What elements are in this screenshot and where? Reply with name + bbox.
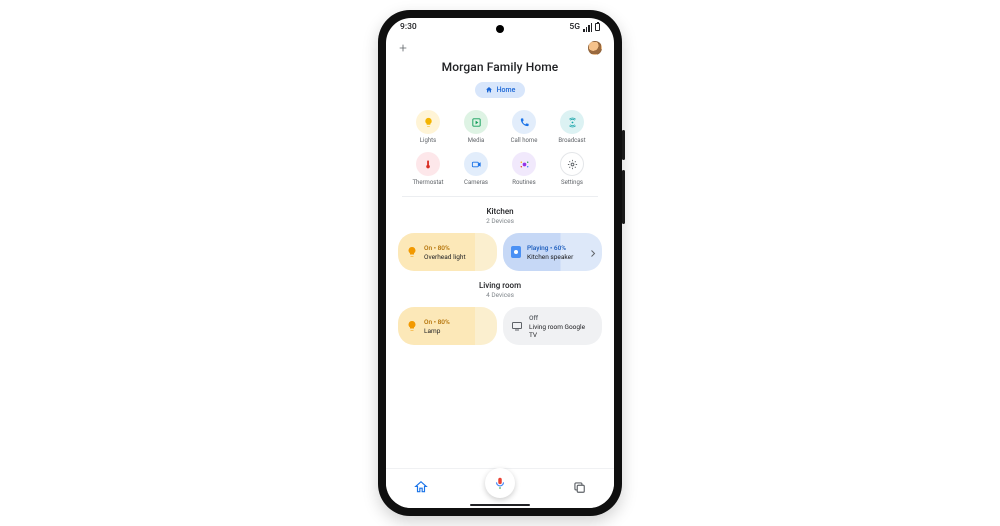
- quick-action-label: Lights: [420, 137, 436, 144]
- thermo-icon: [416, 152, 440, 176]
- device-card-row: On • 80%LampOffLiving room Google TV: [386, 307, 614, 355]
- quick-action-label: Cameras: [464, 179, 488, 186]
- broadcast-icon: [560, 110, 584, 134]
- phone-frame: 9:30 5G Morgan Family Home Home Lig: [378, 10, 622, 516]
- gesture-bar: [470, 504, 530, 507]
- power-button: [622, 130, 625, 160]
- quick-action-label: Settings: [561, 179, 583, 186]
- device-card[interactable]: Playing • 60%Kitchen speaker: [503, 233, 602, 271]
- room-device-count: 4 Devices: [386, 291, 614, 299]
- speaker-icon: [511, 246, 521, 258]
- assistant-button[interactable]: [485, 468, 515, 498]
- home-title: Morgan Family Home: [386, 60, 614, 74]
- add-button[interactable]: [398, 43, 408, 53]
- home-chip-label: Home: [497, 86, 516, 94]
- home-icon: [485, 86, 493, 94]
- device-card[interactable]: OffLiving room Google TV: [503, 307, 602, 345]
- top-bar: [386, 38, 614, 58]
- device-card-row: On • 80%Overhead lightPlaying • 60%Kitch…: [386, 233, 614, 281]
- device-status: Off: [529, 314, 594, 322]
- device-card[interactable]: On • 80%Lamp: [398, 307, 497, 345]
- status-time: 9:30: [400, 22, 417, 32]
- room-header[interactable]: Living room4 Devices: [386, 281, 614, 299]
- account-avatar[interactable]: [588, 41, 602, 55]
- device-name: Kitchen speaker: [527, 253, 573, 261]
- quick-actions-grid: Lights Media Call home Broadcast Thermostat C…: [386, 110, 614, 196]
- quick-action-call-home[interactable]: Call home: [500, 110, 548, 144]
- quick-action-label: Routines: [512, 179, 535, 186]
- quick-action-label: Media: [468, 137, 485, 144]
- quick-action-label: Broadcast: [558, 137, 585, 144]
- rooms-list: Kitchen2 DevicesOn • 80%Overhead lightPl…: [386, 207, 614, 355]
- room-header[interactable]: Kitchen2 Devices: [386, 207, 614, 225]
- divider: [402, 196, 598, 197]
- gear-icon: [560, 152, 584, 176]
- quick-action-routines[interactable]: Routines: [500, 152, 548, 186]
- status-bar: 9:30 5G: [386, 18, 614, 36]
- bulb-on-icon: [406, 320, 418, 332]
- chevron-right-icon: [590, 243, 596, 262]
- room-name: Kitchen: [386, 207, 614, 216]
- nav-feed-button[interactable]: [572, 479, 586, 498]
- home-chip[interactable]: Home: [475, 82, 526, 98]
- status-net: 5G: [569, 22, 580, 32]
- bottom-nav: [386, 468, 614, 508]
- room-name: Living room: [386, 281, 614, 290]
- device-name: Living room Google TV: [529, 323, 594, 339]
- screen: 9:30 5G Morgan Family Home Home Lig: [386, 18, 614, 508]
- device-name: Lamp: [424, 327, 450, 335]
- quick-action-lights[interactable]: Lights: [404, 110, 452, 144]
- device-status: On • 80%: [424, 244, 466, 252]
- device-status: Playing • 60%: [527, 244, 573, 252]
- room-device-count: 2 Devices: [386, 217, 614, 225]
- bulb-on-icon: [406, 246, 418, 258]
- tv-icon: [511, 320, 523, 332]
- quick-action-cameras[interactable]: Cameras: [452, 152, 500, 186]
- quick-action-settings[interactable]: Settings: [548, 152, 596, 186]
- device-status: On • 80%: [424, 318, 450, 326]
- quick-action-thermostat[interactable]: Thermostat: [404, 152, 452, 186]
- quick-action-broadcast[interactable]: Broadcast: [548, 110, 596, 144]
- device-card[interactable]: On • 80%Overhead light: [398, 233, 497, 271]
- battery-icon: [595, 23, 600, 31]
- routines-icon: [512, 152, 536, 176]
- quick-action-label: Call home: [511, 137, 538, 144]
- bulb-icon: [416, 110, 440, 134]
- signal-icon: [583, 23, 592, 32]
- camera-icon: [464, 152, 488, 176]
- phone-icon: [512, 110, 536, 134]
- media-icon: [464, 110, 488, 134]
- volume-button: [622, 170, 625, 224]
- nav-home-button[interactable]: [414, 479, 428, 498]
- quick-action-media[interactable]: Media: [452, 110, 500, 144]
- device-name: Overhead light: [424, 253, 466, 261]
- quick-action-label: Thermostat: [412, 179, 443, 186]
